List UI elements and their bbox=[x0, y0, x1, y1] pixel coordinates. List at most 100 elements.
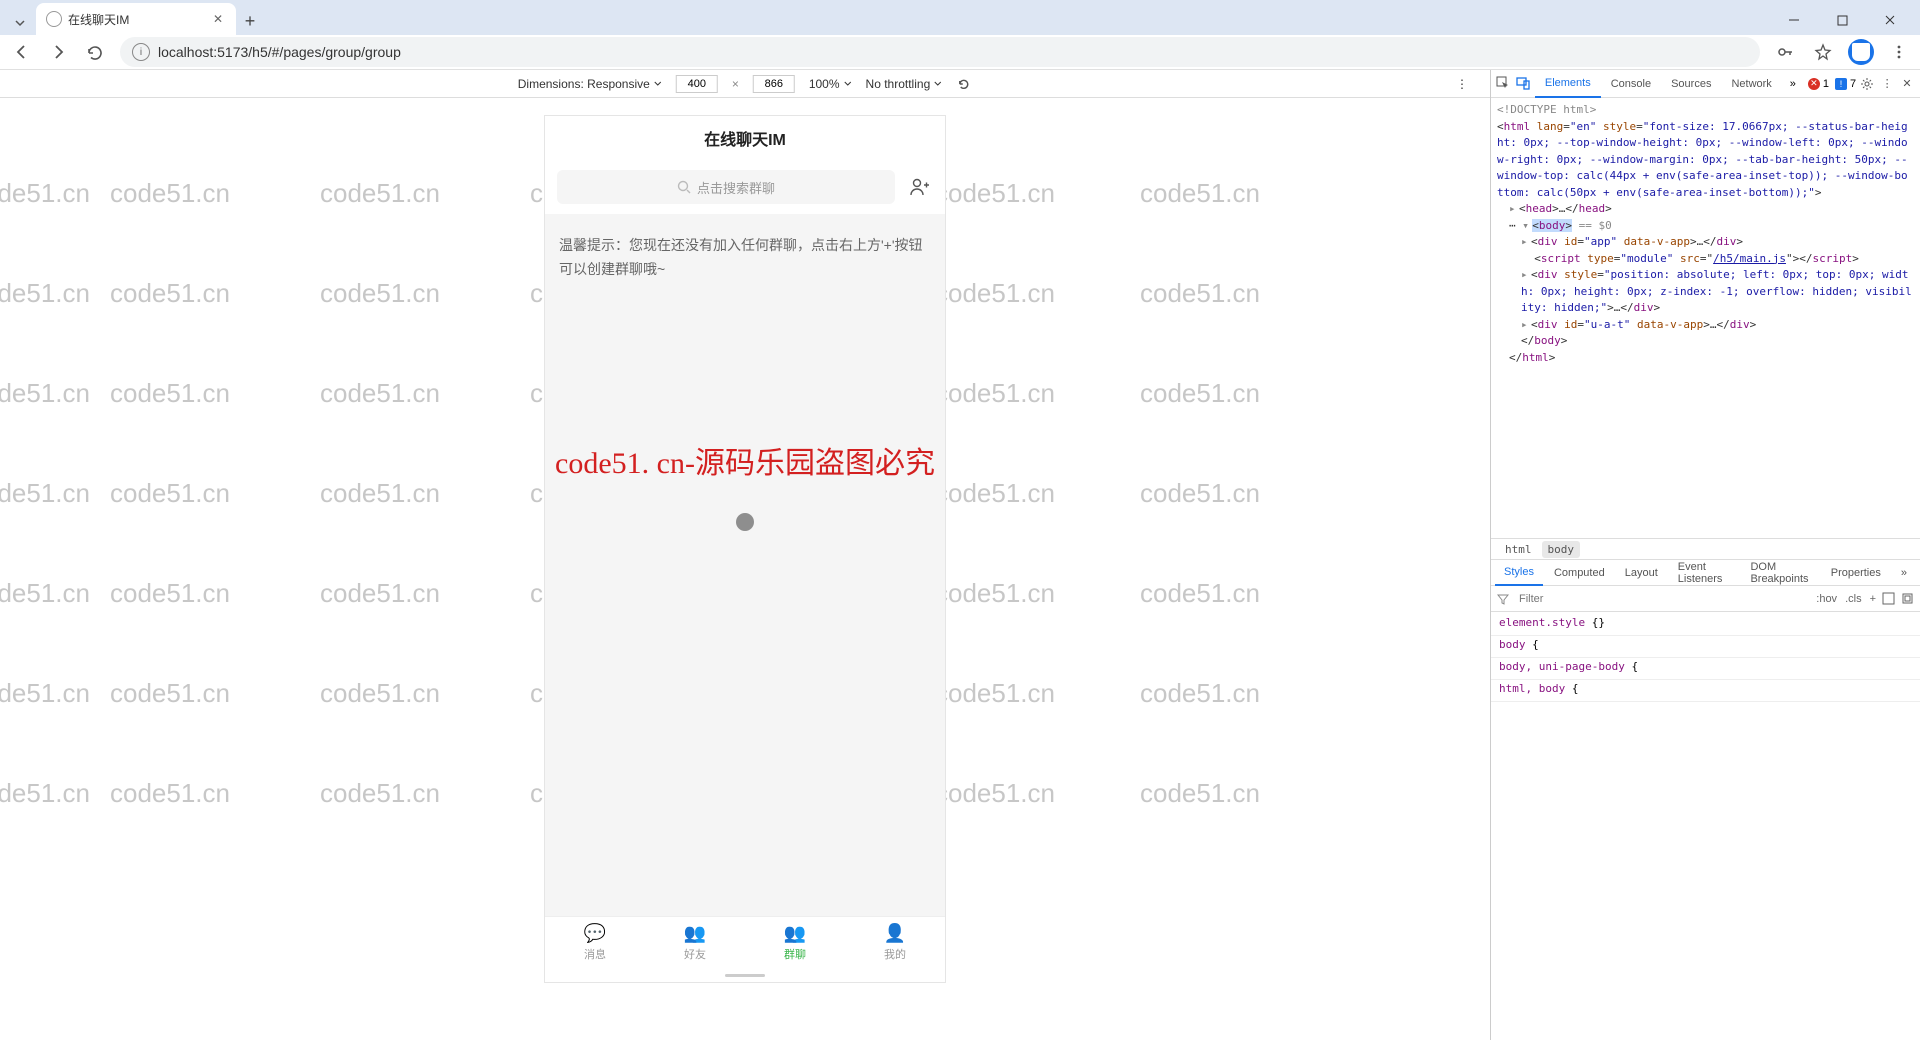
devtools-more-tabs[interactable]: » bbox=[1784, 78, 1802, 90]
toggle-classes-icon[interactable] bbox=[1882, 592, 1895, 605]
profile-avatar[interactable] bbox=[1846, 37, 1876, 67]
watermark-text: code51.cn bbox=[320, 478, 440, 509]
watermark-text: code51.cn bbox=[110, 278, 230, 309]
styles-tab-computed[interactable]: Computed bbox=[1545, 560, 1614, 586]
chrome-menu-icon[interactable] bbox=[1884, 37, 1914, 67]
zoom-dropdown[interactable]: 100% bbox=[809, 77, 852, 91]
watermark-text: code51.cn bbox=[935, 678, 1055, 709]
close-window-button[interactable] bbox=[1868, 5, 1912, 35]
tab-title: 在线聊天IM bbox=[68, 11, 204, 28]
styles-tab-dom-breakpoints[interactable]: DOM Breakpoints bbox=[1741, 560, 1819, 586]
url-text: localhost:5173/h5/#/pages/group/group bbox=[158, 44, 1748, 60]
filter-tool-hov[interactable]: :hov bbox=[1816, 593, 1837, 605]
filter-tool-[interactable]: + bbox=[1870, 593, 1876, 605]
device-toolbar-menu[interactable]: ⋮ bbox=[1450, 77, 1474, 91]
breadcrumb-body[interactable]: body bbox=[1542, 541, 1581, 558]
cursor-dot-icon bbox=[736, 513, 754, 531]
devtools-tab-console[interactable]: Console bbox=[1601, 70, 1661, 98]
error-count[interactable]: ✕1 bbox=[1808, 78, 1829, 90]
watermark-text: code51.cn bbox=[0, 778, 90, 809]
css-rule[interactable]: html, body {</span><div class="rule-prop… bbox=[1491, 680, 1920, 702]
tab-search-button[interactable] bbox=[8, 11, 32, 35]
styles-tab-styles[interactable]: Styles bbox=[1495, 560, 1543, 586]
devtools-tab-network[interactable]: Network bbox=[1721, 70, 1781, 98]
watermark-text: code51.cn bbox=[1140, 278, 1260, 309]
computed-styles-icon[interactable] bbox=[1901, 592, 1914, 605]
search-icon bbox=[677, 180, 691, 194]
tabbar-label: 消息 bbox=[584, 946, 606, 962]
page-area: Dimensions: Responsive × 100% No throttl… bbox=[0, 70, 1490, 1040]
watermark-text: code51.cn bbox=[1140, 178, 1260, 209]
styles-tabs-more[interactable]: » bbox=[1892, 560, 1916, 586]
device-toolbar: Dimensions: Responsive × 100% No throttl… bbox=[0, 70, 1490, 98]
password-icon[interactable] bbox=[1770, 37, 1800, 67]
watermark-text: code51.cn bbox=[1140, 578, 1260, 609]
watermark-text: code51.cn bbox=[1140, 378, 1260, 409]
app-tabbar: 💬消息👥好友👥群聊👤我的 bbox=[545, 916, 945, 968]
throttling-dropdown[interactable]: No throttling bbox=[866, 77, 943, 91]
close-tab-icon[interactable]: ✕ bbox=[210, 11, 226, 27]
filter-tool-cls[interactable]: .cls bbox=[1845, 593, 1862, 605]
breadcrumb-html[interactable]: html bbox=[1499, 541, 1538, 558]
minimize-button[interactable] bbox=[1772, 5, 1816, 35]
tabbar-item-3[interactable]: 👤我的 bbox=[845, 917, 945, 968]
device-viewport: code51.cn code51.cn code51.cn code51.cn code… bbox=[0, 98, 1490, 1040]
device-width-input[interactable] bbox=[676, 75, 718, 93]
watermark-text: code51.cn bbox=[110, 778, 230, 809]
watermark-text: code51.cn bbox=[0, 678, 90, 709]
maximize-button[interactable] bbox=[1820, 5, 1864, 35]
watermark-text: code51.cn bbox=[0, 178, 90, 209]
devtools-header: ElementsConsoleSourcesNetwork » ✕1 !7 ⋮ … bbox=[1491, 70, 1920, 98]
tabbar-item-0[interactable]: 💬消息 bbox=[545, 917, 645, 968]
watermark-text: code51.cn bbox=[0, 278, 90, 309]
device-mode-icon[interactable] bbox=[1515, 72, 1533, 96]
styles-filter-row: :hov .cls + bbox=[1491, 586, 1920, 612]
css-rule[interactable]: element.style {} bbox=[1491, 614, 1920, 636]
watermark-center: code51. cn-源码乐园盗图必究 bbox=[555, 438, 935, 482]
nav-back-button[interactable] bbox=[6, 36, 38, 68]
tabbar-icon: 👤 bbox=[884, 923, 906, 944]
add-group-button[interactable] bbox=[905, 173, 933, 201]
tabbar-label: 好友 bbox=[684, 946, 706, 962]
watermark-text: code51.cn bbox=[320, 278, 440, 309]
search-input[interactable]: 点击搜索群聊 bbox=[557, 170, 895, 204]
watermark-text: code51.cn bbox=[320, 678, 440, 709]
new-tab-button[interactable]: + bbox=[236, 7, 264, 35]
dimensions-label: Dimensions: Responsive bbox=[518, 77, 650, 91]
devtools-close-icon[interactable]: ✕ bbox=[1898, 72, 1916, 96]
styles-rules[interactable]: element.style {}body {</span><div class=… bbox=[1491, 612, 1920, 1040]
inspect-element-icon[interactable] bbox=[1495, 72, 1513, 96]
css-rule[interactable]: body {</span><div class="rule-prop "><sp… bbox=[1491, 636, 1920, 658]
styles-tab-layout[interactable]: Layout bbox=[1616, 560, 1667, 586]
browser-tab[interactable]: 在线聊天IM ✕ bbox=[36, 3, 236, 35]
drag-handle[interactable] bbox=[545, 968, 945, 982]
devtools-tab-elements[interactable]: Elements bbox=[1535, 70, 1601, 98]
watermark-text: code51.cn bbox=[935, 778, 1055, 809]
reload-button[interactable] bbox=[78, 36, 110, 68]
watermark-text: code51.cn bbox=[935, 278, 1055, 309]
tabbar-item-1[interactable]: 👥好友 bbox=[645, 917, 745, 968]
tabbar-label: 群聊 bbox=[784, 946, 806, 962]
dom-breadcrumbs[interactable]: htmlbody bbox=[1491, 538, 1920, 560]
empty-state-tip: 温馨提示：您现在还没有加入任何群聊，点击右上方'+'按钮可以创建群聊哦~ bbox=[559, 234, 931, 282]
site-info-icon[interactable]: i bbox=[132, 43, 150, 61]
styles-filter-input[interactable] bbox=[1515, 589, 1810, 609]
mobile-frame: 在线聊天IM 点击搜索群聊 温馨提示：您现在还没有加入任何群聊，点击右上方'+'… bbox=[545, 116, 945, 982]
bookmark-star-icon[interactable] bbox=[1808, 37, 1838, 67]
warning-count[interactable]: !7 bbox=[1835, 78, 1856, 90]
dom-tree[interactable]: <!DOCTYPE html> <html lang="en" style="f… bbox=[1491, 98, 1920, 538]
devtools-tab-sources[interactable]: Sources bbox=[1661, 70, 1721, 98]
styles-tab-properties[interactable]: Properties bbox=[1822, 560, 1890, 586]
device-height-input[interactable] bbox=[753, 75, 795, 93]
rotate-icon[interactable] bbox=[956, 76, 972, 92]
devtools-menu-icon[interactable]: ⋮ bbox=[1878, 72, 1896, 96]
css-rule[interactable]: body, uni-page-body {</span><div class="… bbox=[1491, 658, 1920, 680]
tabbar-item-2[interactable]: 👥群聊 bbox=[745, 917, 845, 968]
address-bar[interactable]: i localhost:5173/h5/#/pages/group/group bbox=[120, 37, 1760, 67]
dimensions-dropdown[interactable]: Dimensions: Responsive bbox=[518, 77, 662, 91]
nav-forward-button[interactable] bbox=[42, 36, 74, 68]
watermark-text: code51.cn bbox=[320, 778, 440, 809]
devtools-settings-icon[interactable] bbox=[1858, 72, 1876, 96]
watermark-text: code51.cn bbox=[320, 178, 440, 209]
styles-tab-event-listeners[interactable]: Event Listeners bbox=[1669, 560, 1740, 586]
